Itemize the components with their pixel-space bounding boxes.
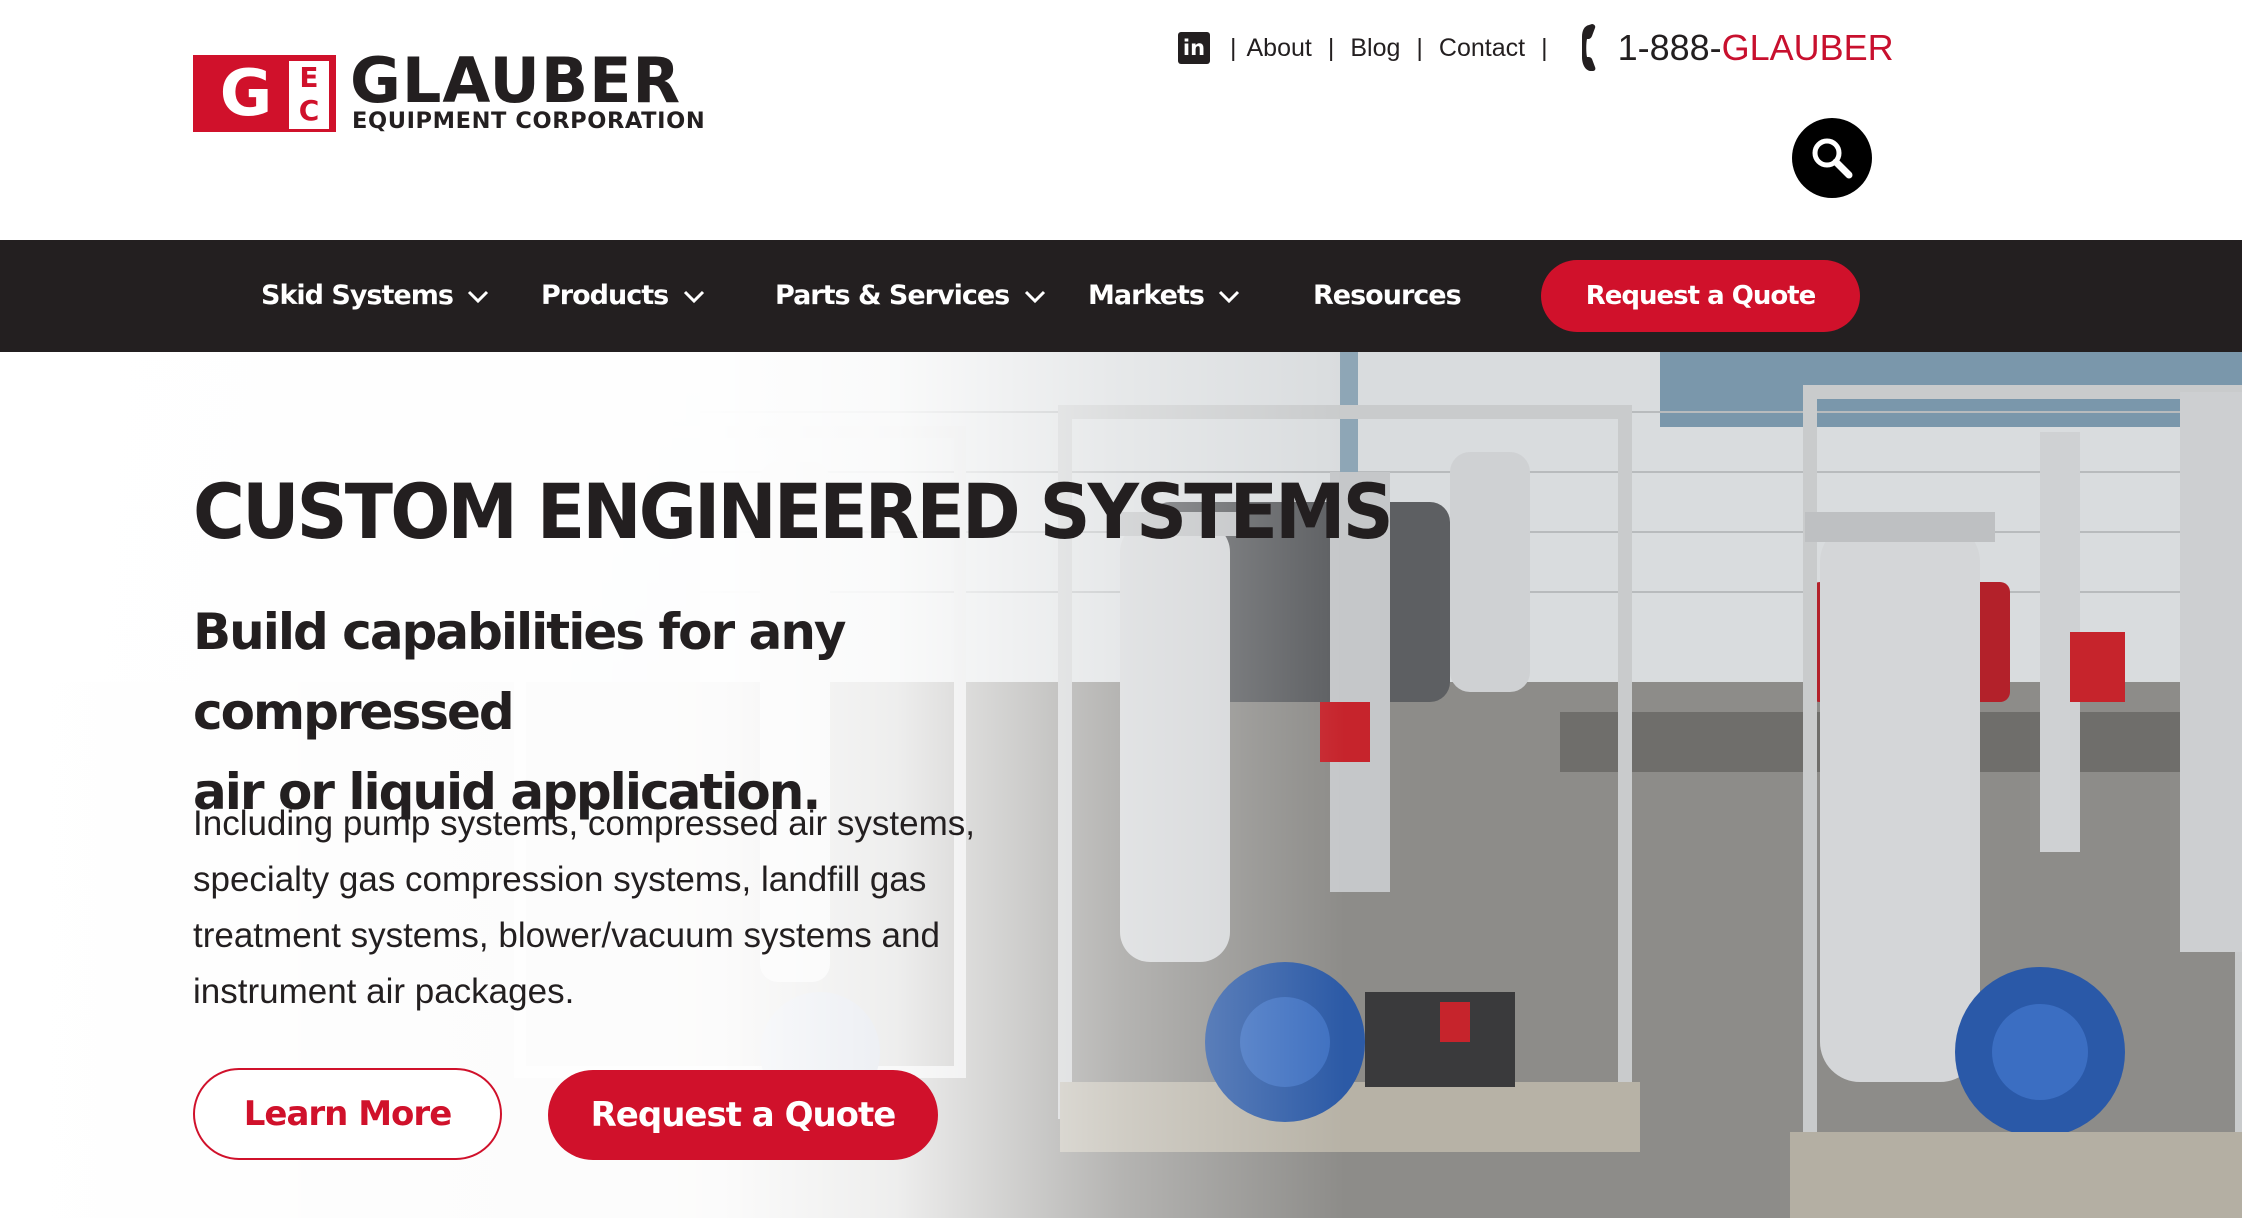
search-button[interactable] (1792, 118, 1872, 198)
separator: | (1327, 33, 1335, 62)
nav-item-skid-systems[interactable]: Skid Systems (261, 240, 489, 352)
phone-number-word: GLAUBER (1721, 27, 1894, 68)
about-link[interactable]: About (1247, 34, 1312, 63)
logo-name: GLAUBER (350, 44, 682, 117)
chevron-down-icon (1024, 290, 1045, 303)
logo-mark-ec: E C (289, 61, 329, 129)
hero-description-line-2: specialty gas compression systems, landf… (193, 860, 927, 899)
learn-more-button[interactable]: Learn More (193, 1068, 502, 1160)
separator: | (1416, 33, 1423, 62)
nav-item-markets[interactable]: Markets (1088, 240, 1240, 352)
search-icon (1812, 138, 1853, 179)
hero-description: Including pump systems, compressed air s… (193, 796, 1053, 1020)
hero-description-line-1: Including pump systems, compressed air s… (193, 804, 975, 843)
nav-item-label: Resources (1313, 280, 1462, 311)
nav-item-label: Products (541, 280, 669, 311)
blog-link[interactable]: Blog (1350, 34, 1400, 63)
hero-section: CUSTOM ENGINEERED SYSTEMS Build capabili… (0, 352, 2242, 1218)
chevron-down-icon (468, 290, 489, 303)
nav-item-label: Markets (1088, 280, 1205, 311)
utility-nav: in | About | Blog | Contact | 1-888- GLAU… (1178, 22, 1894, 74)
hero-request-quote-button[interactable]: Request a Quote (548, 1070, 938, 1160)
logo-mark-g: G (219, 57, 273, 131)
separator: | (1541, 33, 1548, 62)
site-header: G E C GLAUBER EQUIPMENT CORPORATION in |… (0, 0, 2242, 240)
chevron-down-icon (683, 290, 704, 303)
chevron-down-icon (1219, 290, 1240, 303)
nav-request-quote-button[interactable]: Request a Quote (1541, 260, 1860, 332)
separator: | (1230, 33, 1237, 62)
contact-link[interactable]: Contact (1439, 34, 1525, 63)
linkedin-icon[interactable]: in (1178, 32, 1210, 64)
phone-icon (1581, 24, 1595, 71)
company-logo[interactable]: G E C GLAUBER EQUIPMENT CORPORATION (193, 44, 793, 136)
main-nav: Skid Systems Products Parts & Services M… (0, 240, 2242, 352)
hero-subtitle-line-1: Build capabilities for any compressed (193, 603, 847, 741)
hero-description-line-4: instrument air packages. (193, 972, 575, 1011)
nav-item-resources[interactable]: Resources (1313, 240, 1462, 352)
nav-item-label: Parts & Services (775, 280, 1010, 311)
phone-number-prefix: 1-888- (1617, 27, 1722, 68)
nav-item-products[interactable]: Products (541, 240, 705, 352)
logo-mark: G E C (193, 55, 336, 132)
hero-title: CUSTOM ENGINEERED SYSTEMS (193, 467, 1394, 556)
nav-item-parts-services[interactable]: Parts & Services (775, 240, 1046, 352)
hero-description-line-3: treatment systems, blower/vacuum systems… (193, 916, 940, 955)
phone-link[interactable]: 1-888- GLAUBER (1580, 23, 1894, 73)
logo-subtitle: EQUIPMENT CORPORATION (352, 108, 706, 134)
nav-item-label: Skid Systems (261, 280, 454, 311)
